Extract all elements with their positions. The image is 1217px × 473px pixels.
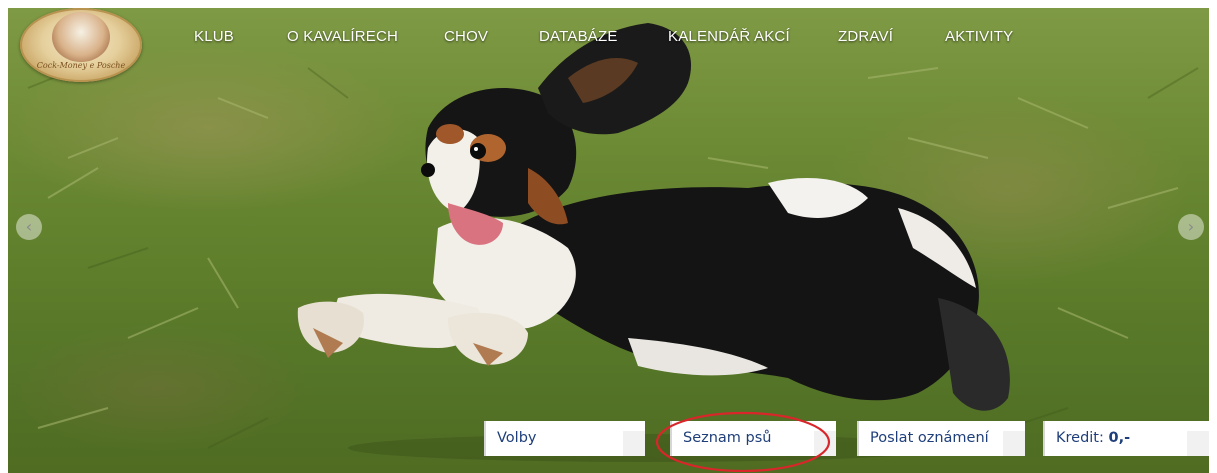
kredit-chip — [1187, 431, 1209, 456]
chevron-right-icon: › — [1187, 217, 1195, 236]
kredit-value: 0,- — [1108, 430, 1131, 446]
nav-item-chov[interactable]: CHOV — [444, 28, 488, 45]
poslat-oznameni-chip — [1003, 431, 1025, 456]
seznam-psu-chip — [814, 431, 836, 456]
club-logo[interactable]: Cock-Money e Posche — [20, 8, 142, 82]
nav-item-zdravi[interactable]: ZDRAVÍ — [838, 28, 893, 45]
nav-item-kalendar-akci[interactable]: KALENDÁŘ AKCÍ — [668, 28, 790, 45]
volby-button[interactable]: Volby — [484, 421, 645, 456]
kredit-button[interactable]: Kredit: 0,- — [1043, 421, 1209, 456]
seznam-psu-label: Seznam psů — [683, 430, 772, 446]
logo-motto: Cock-Money e Posche — [36, 61, 126, 70]
nav-item-databaze[interactable]: DATABÁZE — [539, 28, 618, 45]
slider-prev-button[interactable]: ‹ — [16, 214, 42, 240]
dog-photo — [297, 23, 1010, 462]
nav-item-aktivity[interactable]: AKTIVITY — [945, 28, 1013, 45]
chevron-left-icon: ‹ — [25, 217, 33, 236]
slider-next-button[interactable]: › — [1178, 214, 1204, 240]
seznam-psu-button[interactable]: Seznam psů — [670, 421, 836, 456]
nav-item-o-kavalirech[interactable]: O KAVALÍRECH — [287, 28, 398, 45]
volby-chip — [623, 431, 645, 456]
nav-item-klub[interactable]: KLUB — [194, 28, 234, 45]
kredit-label: Kredit: — [1056, 430, 1104, 446]
hero-slider: Cock-Money e Posche KLUB O KAVALÍRECH CH… — [8, 8, 1209, 473]
club-logo-dog-icon — [52, 12, 110, 62]
poslat-oznameni-button[interactable]: Poslat oznámení — [857, 421, 1025, 456]
poslat-oznameni-label: Poslat oznámení — [870, 430, 989, 446]
volby-label: Volby — [497, 430, 537, 446]
